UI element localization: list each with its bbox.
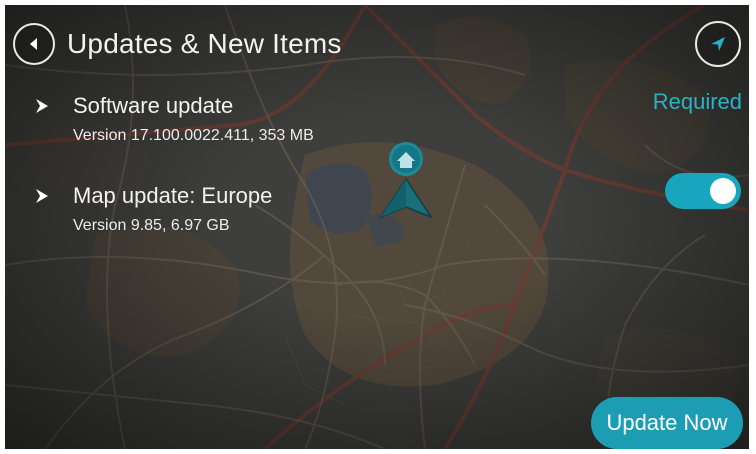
software-update-detail: Version 17.100.0022.411, 353 MB: [73, 127, 314, 144]
page-title: Updates & New Items: [67, 28, 342, 59]
map-update-toggle[interactable]: [665, 173, 741, 209]
chevron-right-icon: [36, 189, 48, 203]
required-status: Required: [652, 89, 742, 114]
update-screen: Updates & New Items Software update Vers…: [5, 5, 749, 449]
back-arrow-icon: [30, 38, 37, 50]
map-update-item[interactable]: Map update: Europe Version 9.85, 6.97 GB: [33, 183, 533, 243]
header: Updates & New Items: [13, 19, 342, 69]
map-update-detail: Version 9.85, 6.97 GB: [73, 217, 230, 234]
navigation-arrow-icon: [711, 37, 725, 51]
back-button[interactable]: [13, 23, 55, 65]
software-update-label: Software update: [73, 93, 234, 118]
map-update-label: Map update: Europe: [73, 183, 273, 208]
update-now-button[interactable]: Update Now: [591, 397, 743, 449]
software-update-item[interactable]: Software update Version 17.100.0022.411,…: [33, 93, 533, 153]
toggle-knob: [710, 178, 736, 204]
navigation-button[interactable]: [695, 21, 741, 67]
chevron-right-icon: [36, 99, 48, 113]
